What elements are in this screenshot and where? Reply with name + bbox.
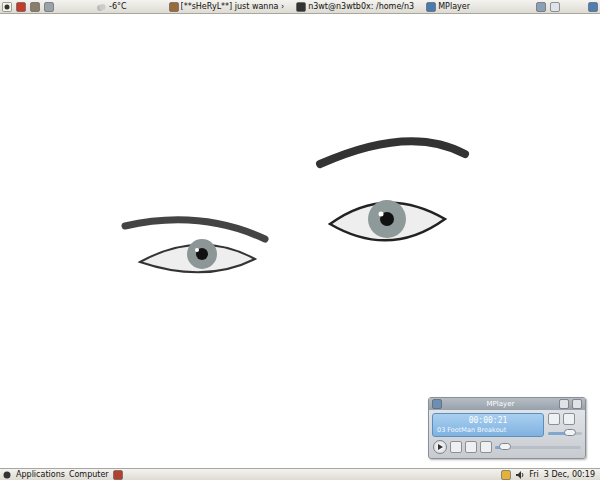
seek-slider[interactable] [495,446,581,449]
task-label: MPlayer [438,1,470,12]
weather-applet[interactable]: -6°C [96,2,127,12]
bottom-panel: Applications Computer Fri 3 Dec, 00:19 [0,468,600,480]
prefs-button[interactable] [563,413,575,425]
close-icon[interactable] [572,399,582,409]
window-title: MPlayer [445,400,556,409]
window-icon [296,2,306,12]
workspace-icon[interactable] [536,2,546,12]
workspace-icon[interactable] [550,2,560,12]
elapsed-time: 00:00:21 [437,416,539,425]
panel-menu[interactable]: Applications [16,470,65,479]
task-button[interactable]: [**sHeRyL**] just wanna › [165,0,289,13]
prev-button[interactable] [465,441,477,453]
minimize-icon[interactable] [559,399,569,409]
footprint-menu-icon[interactable] [2,2,12,12]
mplayer-window[interactable]: MPlayer 00:00:2103 FootMan Breakout [428,397,586,459]
playlist-button[interactable] [548,413,560,425]
trash-icon[interactable] [588,2,598,12]
panel-menu[interactable]: Computer [69,470,109,479]
volume-icon[interactable] [515,470,525,480]
track-title: 03 FootMan Breakout [437,426,539,434]
next-button[interactable] [480,441,492,453]
play-button[interactable] [433,440,447,454]
top-panel: -6°C [**sHeRyL**] just wanna › n3wt@n3wtb0… [0,0,600,14]
task-label: [**sHeRyL**] just wanna › [181,1,285,12]
gnome-foot-icon [2,470,12,480]
window-icon [169,2,179,12]
seek-knob[interactable] [499,443,511,450]
window-icon [426,2,436,12]
side-row [548,413,582,425]
display-panel: 00:00:2103 FootMan Breakout [432,413,544,437]
cloud-icon [96,2,106,12]
stop-button[interactable] [450,441,462,453]
mplayer-body: 00:00:2103 FootMan Breakout [429,410,585,440]
transport-bar [429,440,585,458]
task-button[interactable]: MPlayer [422,0,474,13]
side-controls [548,413,582,437]
play-icon [435,442,445,452]
launcher-icon[interactable] [113,470,123,480]
volume-slider[interactable] [548,432,582,435]
mplayer-titlebar[interactable]: MPlayer [429,398,585,410]
side-row [548,432,582,435]
clock[interactable]: Fri 3 Dec, 00:19 [529,470,598,479]
weather-temp: -6°C [109,2,127,11]
volume-knob[interactable] [564,429,576,436]
tray-icon[interactable] [501,470,511,480]
browser-icon[interactable] [16,2,26,12]
printer-icon[interactable] [44,2,54,12]
mplayer-icon [432,399,442,409]
task-button[interactable]: n3wt@n3wtb0x: /home/n3 [292,0,418,13]
mail-icon[interactable] [30,2,40,12]
desktop: MPlayer 00:00:2103 FootMan Breakout [0,14,600,468]
task-label: n3wt@n3wtb0x: /home/n3 [308,1,414,12]
